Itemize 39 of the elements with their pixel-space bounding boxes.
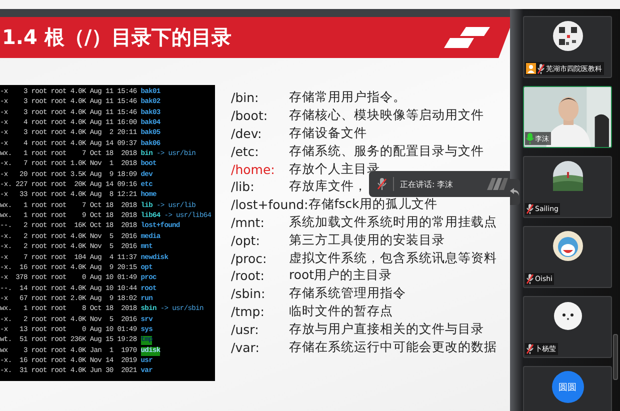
directory-path: /home:: [231, 162, 276, 177]
directory-description: 存储核心、模块映像等启动用文件: [289, 107, 484, 124]
directory-description: 虚拟文件系统，包含系统讯息等资料: [289, 250, 497, 267]
directory-path: /tmp:: [231, 304, 266, 319]
directory-path: /sbin:: [231, 286, 266, 302]
directory-description: 存储系统管理用指令: [289, 285, 406, 302]
scrollbar[interactable]: [613, 334, 618, 380]
directory-description: 存储系统、服务的配置目录与文件: [289, 142, 484, 160]
undo-arrow-icon: [510, 187, 520, 197]
directory-path: /dev:: [231, 126, 263, 141]
directory-path: /root:: [231, 268, 266, 284]
logo-icon: [444, 26, 490, 48]
directory-path: /usr:: [231, 322, 260, 337]
directory-description: 存储fsck用的孤儿文件: [308, 196, 438, 214]
slide-title: 1.4 根（/）目录下的目录: [2, 24, 232, 51]
back-handle[interactable]: [510, 179, 520, 205]
muted-mic-icon: [377, 178, 387, 190]
speaking-text: 正在讲话: 李沫: [400, 178, 454, 190]
directory-description: 存放库文件，: [289, 178, 367, 196]
directory-description: root用户的主目录: [289, 267, 392, 284]
meeting-logo-icon: [487, 178, 509, 190]
directory-path: /bin:: [231, 90, 260, 106]
directory-path: /mnt:: [231, 214, 266, 230]
directory-path: /lost+found:: [231, 197, 308, 212]
directory-path: /lib:: [231, 179, 256, 194]
directory-description: 存储常用用户指令。: [289, 89, 406, 106]
directory-path: /boot:: [231, 108, 269, 124]
directory-description: 存储在系统运行中可能会更改的数据: [289, 338, 497, 356]
directory-description: 存储设备文件: [289, 124, 367, 142]
directory-description: 第三方工具使用的安装目录: [289, 232, 445, 249]
directory-description: 临时文件的暂存点: [289, 302, 393, 320]
directory-path: /etc:: [231, 144, 260, 159]
avatar-circle: 圆圆: [552, 371, 584, 403]
directory-description: 系统加载文件系统时用的常用挂载点: [289, 214, 497, 231]
directory-path: /opt:: [231, 232, 261, 248]
directory-description: 存放与用户直接相关的文件与目录: [289, 320, 484, 338]
directory-path: /var:: [231, 340, 260, 355]
participant-tile[interactable]: 圆圆: [523, 366, 612, 411]
directory-path: /proc:: [231, 250, 268, 266]
